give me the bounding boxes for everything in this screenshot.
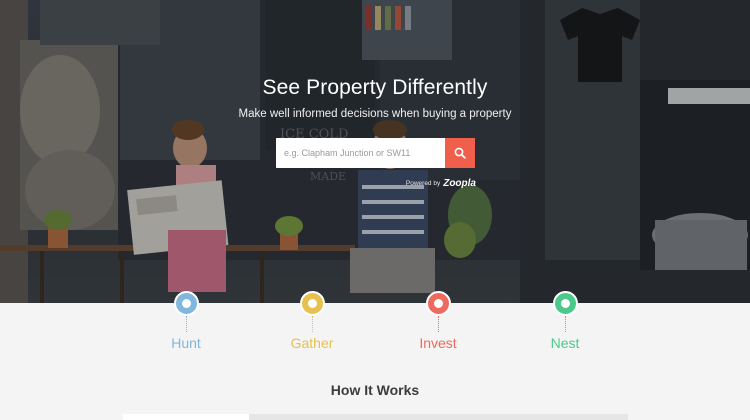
step-gather[interactable]: Gather	[272, 291, 352, 351]
hero-section: ICE COLD MADE See Property Differently M…	[0, 0, 750, 303]
search-icon	[454, 147, 466, 159]
step-hunt[interactable]: Hunt	[146, 291, 226, 351]
page-title: See Property Differently	[262, 76, 488, 99]
step-gather-connector	[311, 316, 313, 332]
tab-inactive[interactable]	[249, 414, 628, 420]
how-it-works-tabs	[123, 414, 628, 420]
search-input[interactable]	[276, 138, 445, 168]
how-it-works-heading: How It Works	[330, 382, 420, 398]
step-hunt-label: Hunt	[171, 335, 201, 351]
step-invest-connector	[437, 316, 439, 332]
search-button[interactable]	[445, 138, 475, 168]
step-nest-connector	[564, 316, 566, 332]
step-hunt-connector	[185, 316, 187, 332]
step-gather-label: Gather	[290, 335, 334, 351]
step-nest-label: Nest	[550, 335, 580, 351]
search-form	[276, 138, 475, 168]
step-invest-label: Invest	[419, 335, 457, 351]
powered-by: Powered by Zoopla	[400, 177, 476, 189]
zoopla-logo[interactable]: Zoopla	[443, 178, 476, 189]
step-gather-marker	[299, 291, 325, 316]
step-hunt-marker	[173, 291, 199, 316]
steps-section: Hunt Gather Invest Nest How It Works	[0, 291, 750, 420]
step-invest[interactable]: Invest	[398, 291, 478, 351]
tab-active[interactable]	[123, 414, 249, 420]
powered-by-text: Powered by	[405, 179, 441, 187]
page-subtitle: Make well informed decisions when buying…	[238, 108, 512, 120]
step-nest[interactable]: Nest	[525, 291, 605, 351]
step-invest-marker	[425, 291, 451, 316]
step-nest-marker	[552, 291, 578, 316]
